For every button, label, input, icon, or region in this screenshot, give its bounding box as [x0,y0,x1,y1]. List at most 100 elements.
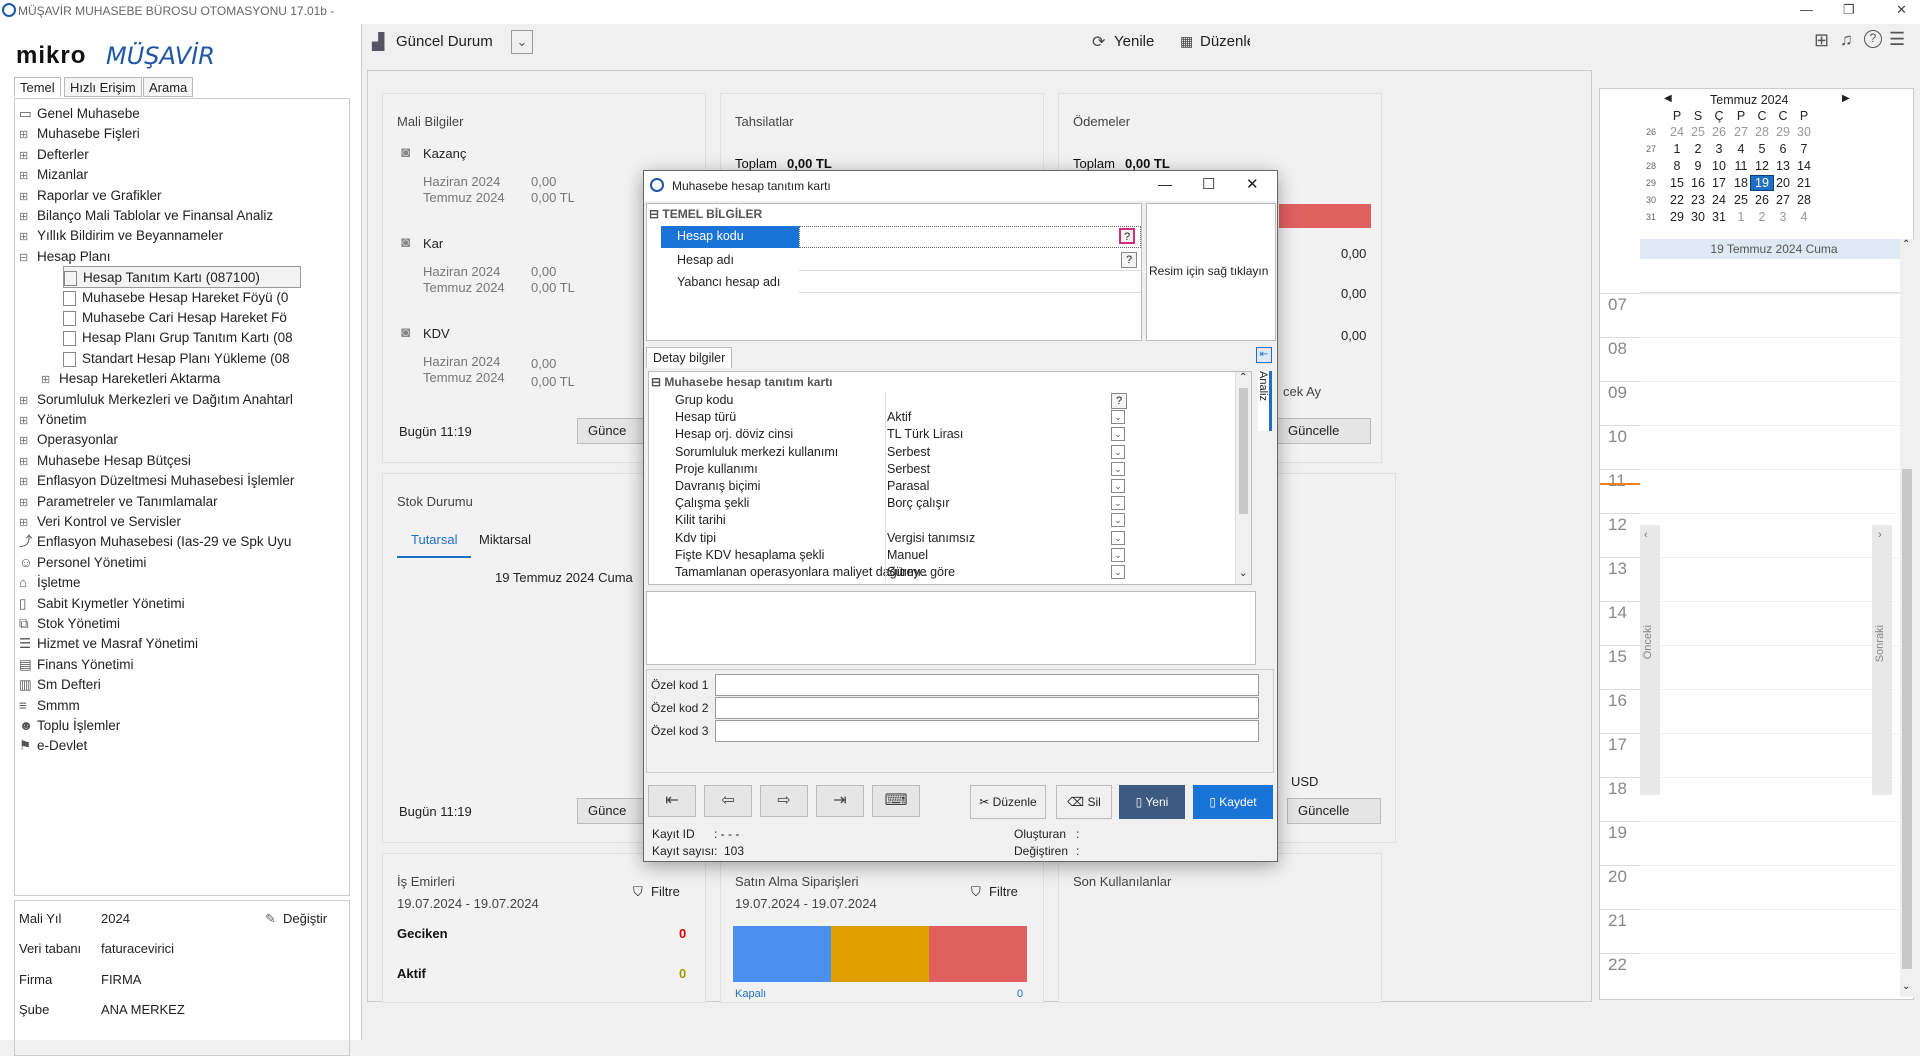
tree-item[interactable]: ⊞ Hesap Hareketleri Aktarma [41,368,220,390]
calendar-day[interactable]: 31 [1708,210,1730,224]
dropdown-icon[interactable]: ⌄ [1111,565,1125,579]
calendar-day[interactable]: 20 [1772,176,1794,190]
calendar-day[interactable]: 12 [1751,159,1773,173]
tab-hizli-erisim[interactable]: Hızlı Erişim [64,77,142,97]
calendar-day[interactable]: 14 [1793,159,1815,173]
kaydet-button[interactable]: ▯ Kaydet [1193,785,1273,819]
calendar-day[interactable]: 28 [1793,193,1815,207]
tree-item[interactable]: ⊞ Raporlar ve Grafikler [19,185,162,207]
scroll-thumb[interactable] [1902,469,1912,969]
calendar-day[interactable]: 8 [1666,159,1688,173]
collapse-icon[interactable]: ⊟ [651,375,664,389]
calendar-day[interactable]: 7 [1793,142,1815,156]
tree-item[interactable]: ⊞ Parametreler ve Tanımlamalar [19,491,218,513]
filter-icon[interactable]: ⛉ [971,884,981,900]
calendar-day[interactable]: 1 [1666,142,1688,156]
calendar-day[interactable]: 25 [1730,193,1752,207]
hesap-kodu-lookup-button[interactable]: ? [1119,228,1135,244]
dropdown-icon[interactable]: ⌄ [1111,479,1125,493]
tree-item[interactable]: ⚑ e-Devlet [19,735,87,757]
close-icon[interactable]: ✕ [1896,2,1907,18]
calendar-day[interactable]: 17 [1708,176,1730,190]
dropdown-icon[interactable]: ⌄ [1111,444,1125,459]
calendar-day[interactable]: 29 [1772,125,1794,139]
yeni-button[interactable]: ▯ Yeni [1119,785,1185,819]
tree-item[interactable]: ⊟ Hesap Planı [19,246,111,268]
hesap-adi-lookup-button[interactable]: ? [1121,252,1137,268]
tree-item[interactable]: ☺ Personel Yönetimi [19,552,146,574]
calendar-day[interactable]: 30 [1687,210,1709,224]
scroll-up-icon[interactable]: ⌃ [1239,372,1247,383]
calendar-day[interactable]: 5 [1751,142,1773,156]
calendar-day[interactable]: 19 [1750,175,1774,191]
calendar-day[interactable]: 27 [1730,125,1752,139]
tab-detay-bilgiler[interactable]: Detay bilgiler [646,347,733,368]
all-day-row[interactable] [1640,259,1908,293]
scroll-down-icon[interactable]: ⌄ [1902,981,1910,992]
gift-icon[interactable]: ⊞ [1814,30,1829,51]
calendar-day[interactable]: 25 [1687,125,1709,139]
menu-icon[interactable]: ☰ [1889,29,1905,50]
tree-item[interactable]: ⧉ Stok Yönetimi [19,613,120,635]
dropdown-icon[interactable]: ⌄ [1111,530,1125,545]
refresh-icon[interactable]: ⟳ [1092,32,1105,52]
detay-row-value[interactable]: TL Türk Lirası [887,426,963,443]
dropdown-icon[interactable]: ⌄ [1111,513,1125,528]
bell-icon[interactable]: ♫ [1840,30,1853,50]
prev-record-icon[interactable]: ⇦ [704,785,752,817]
vertical-scrollbar[interactable]: ⌃ ⌄ [1235,372,1251,584]
calendar-day[interactable]: 28 [1751,125,1773,139]
collapse-icon[interactable]: ⊟ [649,207,662,221]
calendar-day[interactable]: 6 [1772,142,1794,156]
chevron-down-icon[interactable]: ⌄ [511,30,533,54]
scroll-down-icon[interactable]: ⌄ [1239,568,1247,579]
calendar-day[interactable]: 26 [1708,125,1730,139]
satin-alma-filtre[interactable]: Filtre [989,884,1018,899]
dropdown-icon[interactable]: ⌄ [1111,461,1125,476]
tree-item[interactable]: Muhasebe Hesap Hareket Föyü (0 [63,287,288,309]
help-icon[interactable]: ? [1864,30,1882,48]
calendar-day[interactable]: 30 [1793,125,1815,139]
guncelle-button[interactable]: Günce [577,418,647,444]
stok-guncelle2-button[interactable]: Güncelle [1287,798,1381,824]
calendar-scrollbar[interactable]: ⌃ ⌄ [1900,239,1914,997]
detay-row-value[interactable]: Aktif [887,409,911,426]
tree-item[interactable]: Hesap Tanıtım Kartı (087100) [63,266,301,289]
calendar-day[interactable]: 11 [1730,159,1752,173]
tree-item[interactable]: ⊞ Muhasebe Fişleri [19,123,140,145]
minimize-icon[interactable]: — [1158,176,1172,192]
calendar-day[interactable]: 26 [1751,193,1773,207]
tree-item[interactable]: ⊞ Yıllık Bildirim ve Beyannameler [19,225,223,247]
ozel-kod-1-input[interactable] [715,674,1259,696]
pencil-icon[interactable]: ✎ [265,911,276,927]
scroll-up-icon[interactable]: ⌃ [1902,239,1910,250]
yabanci-hesap-adi-input[interactable] [799,272,1141,293]
maximize-icon[interactable]: ☐ [1202,175,1215,193]
restore-icon[interactable]: ❐ [1843,2,1855,18]
detay-row-value[interactable]: Parasal [887,478,929,495]
notes-area[interactable] [646,591,1256,665]
tree-item[interactable]: ⊞ Mizanlar [19,164,88,186]
duzenle-button[interactable]: Düzenle [1200,33,1250,50]
last-record-icon[interactable]: ⇥ [816,785,864,817]
close-icon[interactable]: ✕ [1246,175,1259,193]
calendar-day[interactable]: 22 [1666,193,1688,207]
ozel-kod-2-input[interactable] [715,697,1259,719]
keyboard-icon[interactable]: ⌨ [872,785,920,817]
tree-item[interactable]: ☰ Hizmet ve Masraf Yönetimi [19,633,198,655]
sil-button[interactable]: ⌫ Sil [1056,785,1112,819]
calendar-day[interactable]: 4 [1730,142,1752,156]
sonraki-bar[interactable]: › Sonraki [1872,525,1892,795]
hesap-kodu-input[interactable] [799,226,1141,248]
calendar-day[interactable]: 13 [1772,159,1794,173]
yenile-button[interactable]: Yenile [1114,33,1154,50]
tree-item[interactable]: ⊞ Operasyonlar [19,429,118,451]
calendar-day[interactable]: 24 [1666,125,1688,139]
detay-row-value[interactable]: Serbest [887,444,930,461]
tree-item[interactable]: ⊞ Veri Kontrol ve Servisler [19,511,181,533]
dropdown-icon[interactable]: ⌄ [1111,410,1125,425]
tree-item[interactable]: ▭ Genel Muhasebe [19,103,140,125]
onceki-bar[interactable]: ‹ Önceki [1640,525,1660,795]
tree-item[interactable]: ⊞ Muhasebe Hesap Bütçesi [19,450,191,472]
tree-item[interactable]: ⌂ İşletme [19,572,81,594]
